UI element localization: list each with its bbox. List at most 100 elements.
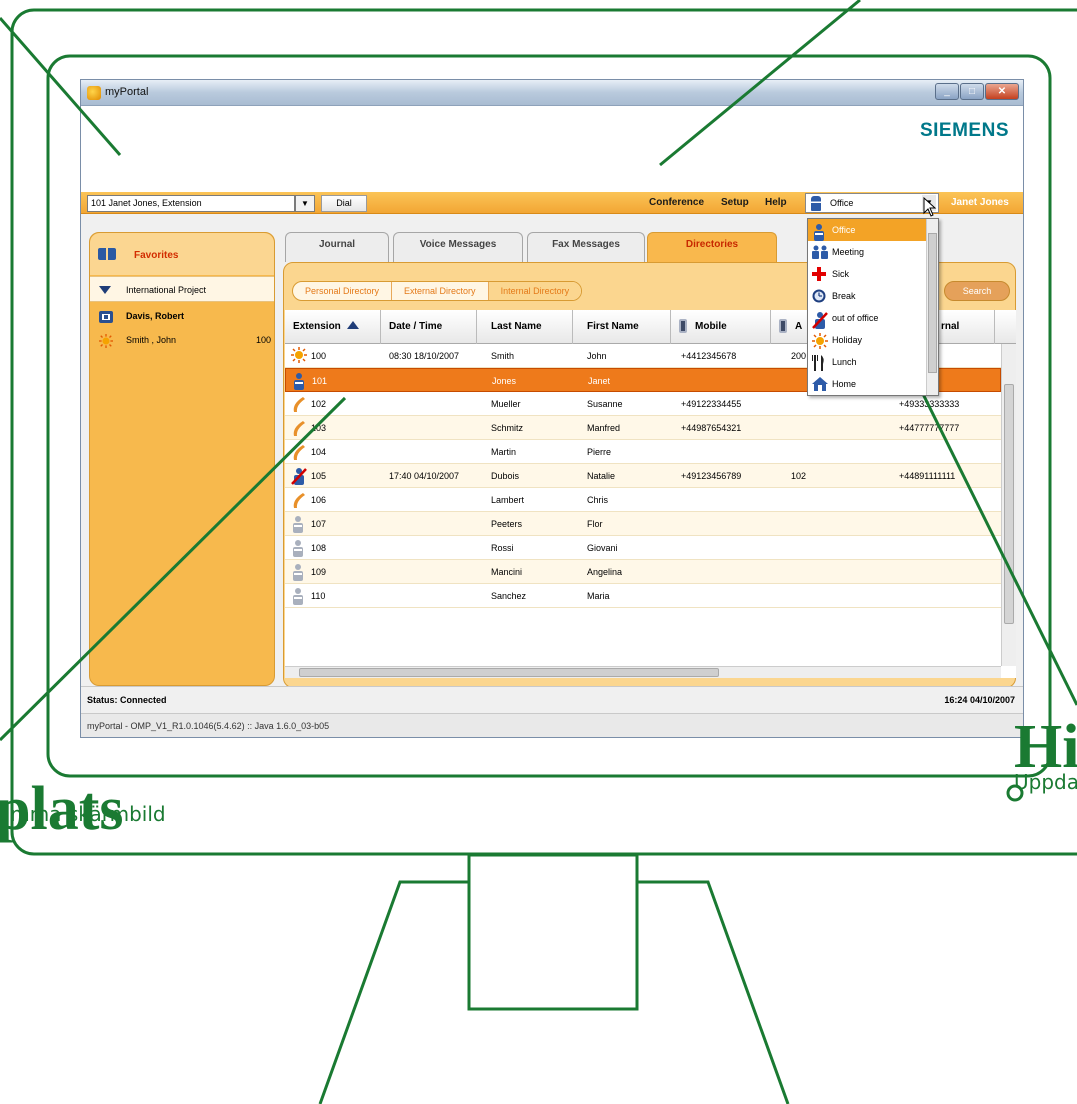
vertical-scrollbar[interactable] — [1001, 344, 1016, 666]
tab-voice-messages[interactable]: Voice Messages — [393, 232, 523, 262]
office-person-icon — [812, 223, 826, 241]
cell-date-time — [389, 488, 479, 512]
status-option-holiday[interactable]: Holiday — [808, 329, 926, 351]
column-extension[interactable]: Extension — [285, 310, 381, 344]
cell-date-time — [389, 392, 479, 416]
favorites-label: Favorites — [134, 250, 179, 261]
cell-a — [791, 488, 851, 512]
cell-last-name: Mancini — [491, 567, 523, 577]
favorites-group[interactable]: International Project — [90, 276, 274, 302]
status-option-office[interactable]: Office — [808, 219, 926, 241]
scrollbar-thumb[interactable] — [928, 233, 937, 373]
tab-fax-messages[interactable]: Fax Messages — [527, 232, 645, 262]
cell-last-name: Jones — [492, 376, 517, 386]
connection-status: Status: Connected — [87, 695, 167, 705]
cell-external — [899, 488, 999, 512]
table-row[interactable]: 103 Schmitz Manfred +44987654321 +4477777777… — [285, 416, 1001, 440]
sun-holiday-icon — [812, 333, 828, 349]
table-row[interactable]: 104 Martin Pierre — [285, 440, 1001, 464]
subtab-external-directory[interactable]: External Directory — [392, 282, 489, 300]
status-option-home[interactable]: Home — [808, 373, 926, 395]
cell-extension: 107 — [311, 519, 327, 529]
phone-icon — [779, 319, 787, 334]
column-last-name[interactable]: Last Name — [477, 310, 573, 344]
cell-date-time: 08:30 18/10/2007 — [389, 351, 460, 361]
expand-triangle-icon[interactable] — [99, 286, 111, 294]
close-button[interactable]: ✕ — [985, 83, 1019, 100]
house-icon — [812, 377, 828, 391]
cell-extension: 100 — [311, 351, 327, 361]
cell-mobile: +44987654321 — [681, 423, 742, 433]
favorites-header[interactable]: Favorites — [90, 233, 274, 275]
table-row[interactable]: 106 Lambert Chris — [285, 488, 1001, 512]
status-option-label: Lunch — [832, 357, 857, 367]
status-option-sick[interactable]: Sick — [808, 263, 926, 285]
cell-last-name: Rossi — [491, 543, 514, 553]
cell-first-name: Natalie — [587, 471, 616, 481]
table-row[interactable]: 108 Rossi Giovani — [285, 536, 1001, 560]
cell-external — [899, 536, 999, 560]
table-row[interactable]: 107 Peeters Flor — [285, 512, 1001, 536]
favorite-contact[interactable]: Smith , John 100 — [90, 331, 274, 353]
dial-dropdown-arrow[interactable]: ▼ — [295, 195, 315, 212]
table-row[interactable]: 105 17:40 04/10/2007 Dubois Natalie +4912345… — [285, 464, 1001, 488]
illustration-title-right: Hi — [1014, 713, 1077, 781]
cell-date-time — [389, 512, 479, 536]
mobile-phone-icon — [679, 319, 687, 334]
offline-person-icon — [291, 539, 305, 557]
maximize-button[interactable]: □ — [960, 83, 984, 100]
status-option-lunch[interactable]: Lunch — [808, 351, 926, 373]
column-extension-label: Extension — [293, 321, 341, 332]
scrollbar-thumb[interactable] — [1004, 384, 1014, 624]
conference-menu[interactable]: Conference — [649, 197, 704, 208]
presence-status-select[interactable]: Office ▼ — [805, 193, 939, 213]
status-option-meeting[interactable]: Meeting — [808, 241, 926, 263]
search-button[interactable]: Search — [944, 281, 1010, 301]
cell-first-name: Chris — [587, 495, 609, 505]
column-first-name[interactable]: First Name — [573, 310, 671, 344]
favorite-contact[interactable]: Davis, Robert — [90, 307, 274, 329]
subtab-personal-directory[interactable]: Personal Directory — [293, 282, 393, 300]
status-option-break[interactable]: Break — [808, 285, 926, 307]
horizontal-scrollbar[interactable] — [285, 666, 1001, 678]
cell-mobile: +49122334455 — [681, 399, 742, 409]
status-option-label: out of office — [832, 313, 879, 323]
favorites-people-icon — [98, 248, 116, 260]
offline-person-icon — [291, 515, 305, 533]
subtab-internal-directory[interactable]: Internal Directory — [488, 282, 582, 300]
column-date-time[interactable]: Date / Time — [381, 310, 477, 344]
title-bar[interactable]: myPortal _ □ ✕ — [81, 80, 1023, 106]
minimize-button[interactable]: _ — [935, 83, 959, 100]
dial-input[interactable]: 101 Janet Jones, Extension — [87, 195, 295, 212]
sort-ascending-icon — [346, 321, 359, 329]
cell-extension: 104 — [311, 447, 327, 457]
cell-external — [899, 440, 999, 464]
column-a-label: A — [795, 321, 803, 332]
out-of-office-icon — [291, 467, 307, 485]
cell-date-time — [389, 440, 479, 464]
handset-icon — [291, 443, 305, 461]
cell-last-name: Martin — [491, 447, 517, 457]
column-mobile[interactable]: Mobile — [671, 310, 771, 344]
status-option-out-of-office[interactable]: out of office — [808, 307, 926, 329]
window-title: myPortal — [105, 86, 149, 98]
scrollbar-thumb[interactable] — [299, 668, 719, 677]
table-row[interactable]: 110 Sanchez Maria — [285, 584, 1001, 608]
handset-icon — [291, 395, 305, 413]
help-menu[interactable]: Help — [765, 197, 787, 208]
office-person-icon — [811, 196, 821, 211]
cell-mobile — [681, 560, 777, 584]
cell-extension: 110 — [311, 591, 326, 601]
sun-holiday-icon — [99, 334, 113, 348]
tab-journal[interactable]: Journal — [285, 232, 389, 262]
cell-extension: 105 — [311, 471, 327, 481]
dropdown-scrollbar[interactable] — [926, 219, 938, 395]
tab-directories[interactable]: Directories — [647, 232, 777, 262]
table-row[interactable]: 109 Mancini Angelina — [285, 560, 1001, 584]
cell-a — [791, 584, 851, 608]
sun-holiday-icon — [291, 347, 307, 365]
dial-button[interactable]: Dial — [321, 195, 367, 212]
status-option-label: Meeting — [832, 247, 865, 257]
offline-person-icon — [291, 563, 305, 581]
setup-menu[interactable]: Setup — [721, 197, 749, 208]
